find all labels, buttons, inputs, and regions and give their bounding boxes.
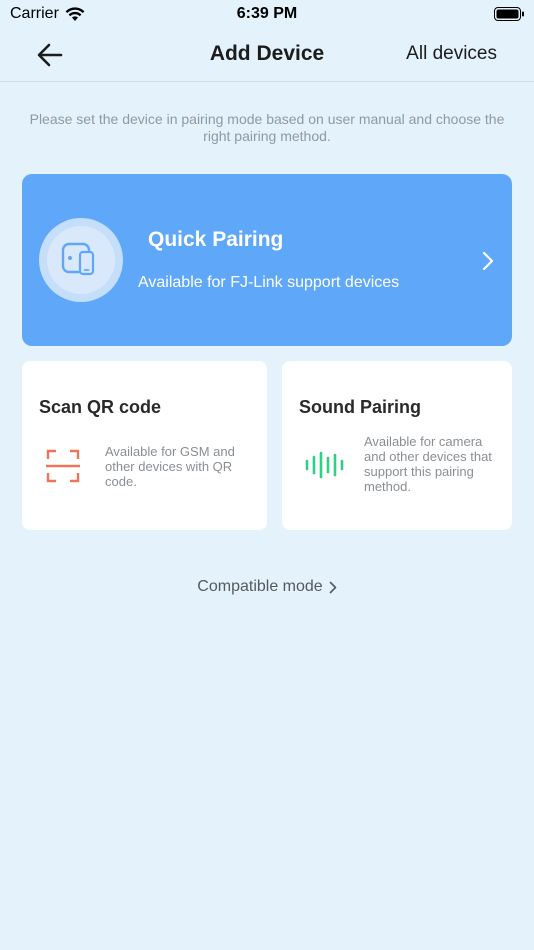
sound-pairing-card[interactable]: Sound Pairing Available for camera and o… (282, 361, 512, 530)
devices-icon (61, 242, 95, 276)
battery-icon (494, 7, 524, 26)
chevron-right-icon (482, 251, 494, 271)
sound-wave-icon (305, 451, 344, 479)
status-time: 6:39 PM (236, 5, 298, 22)
sound-pairing-description: Available for camera and other devices t… (364, 434, 492, 494)
scan-frame-icon (46, 449, 80, 483)
chevron-right-icon (329, 581, 337, 593)
quick-pairing-subtitle: Available for FJ-Link support devices (138, 274, 400, 291)
quick-pairing-card[interactable]: Quick Pairing Available for FJ-Link supp… (22, 174, 512, 346)
quick-pairing-title: Quick Pairing (148, 228, 284, 251)
sound-pairing-title: Sound Pairing (299, 397, 422, 417)
nav-bar: Add Device All devices (0, 28, 534, 82)
status-bar: Carrier 6:39 PM (0, 0, 534, 28)
pairing-instruction: Please set the device in pairing mode ba… (29, 111, 505, 144)
scan-qr-title: Scan QR code (39, 397, 162, 417)
compatible-mode-label: Compatible mode (197, 578, 323, 595)
scan-qr-card[interactable]: Scan QR code Available for GSM and other… (22, 361, 267, 530)
all-devices-button[interactable]: All devices (406, 43, 497, 65)
compatible-mode-link[interactable]: Compatible mode (0, 578, 534, 596)
scan-qr-description: Available for GSM and other devices with… (105, 444, 235, 489)
quick-pairing-icon-badge (39, 218, 123, 302)
